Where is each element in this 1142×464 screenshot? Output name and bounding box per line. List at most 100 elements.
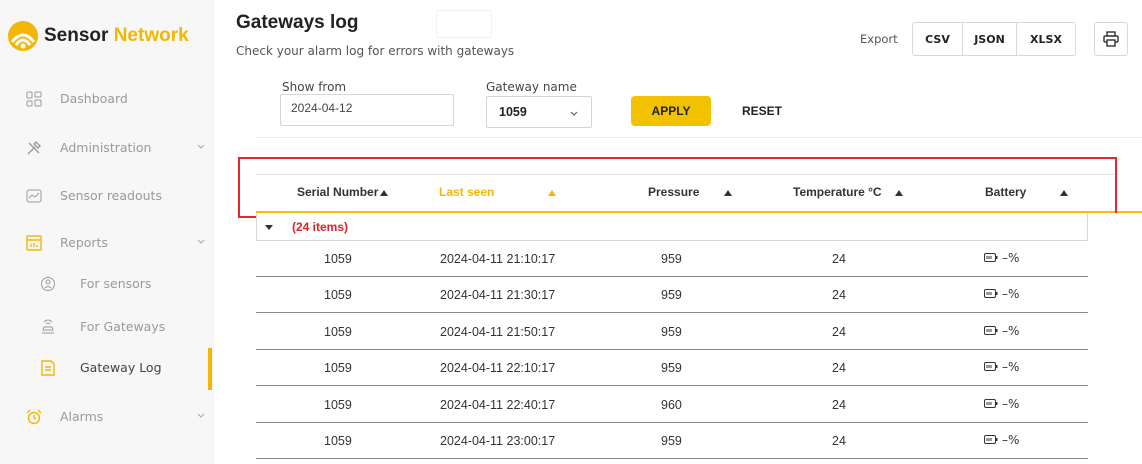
reset-button[interactable]: RESET xyxy=(742,104,782,118)
cell-serial-number: 1059 xyxy=(324,361,352,376)
table-row[interactable]: 1059 2024-04-11 21:50:17 959 24 –% xyxy=(256,313,1088,350)
brand-name: Sensor Network xyxy=(44,25,189,46)
battery-icon xyxy=(984,289,998,299)
print-button[interactable] xyxy=(1094,22,1128,56)
page-title: Gateways log xyxy=(236,12,359,33)
signal-logo-icon xyxy=(8,21,38,51)
chevron-down-icon xyxy=(197,144,205,149)
cell-temperature: 24 xyxy=(832,324,846,339)
cell-pressure: 959 xyxy=(661,434,682,448)
cell-serial-number: 1059 xyxy=(324,252,352,266)
table-header-divider xyxy=(256,174,1114,175)
column-header-last-seen[interactable]: Last seen xyxy=(439,185,494,199)
battery-icon xyxy=(984,253,998,262)
table-gutter xyxy=(1088,213,1142,464)
export-xlsx-button[interactable]: XLSX xyxy=(1017,23,1075,55)
table-row[interactable]: 1059 2024-04-11 21:30:17 959 24 –% xyxy=(256,277,1088,314)
table-row[interactable]: 1059 2024-04-11 23:00:17 959 24 –% xyxy=(256,423,1088,459)
sidebar-item-reports[interactable]: Reports xyxy=(0,227,214,259)
column-header-battery[interactable]: Battery xyxy=(985,185,1026,199)
battery-icon xyxy=(984,325,998,335)
chart-icon xyxy=(26,189,42,203)
cell-pressure: 959 xyxy=(661,324,682,339)
page-subtitle: Check your alarm log for errors with gat… xyxy=(236,44,515,58)
sidebar-item-gateway-log[interactable]: Gateway Log xyxy=(0,352,214,384)
cell-last-seen: 2024-04-11 22:10:17 xyxy=(440,361,556,376)
sidebar-item-for-gateways[interactable]: For Gateways xyxy=(0,311,214,343)
sort-asc-icon[interactable] xyxy=(380,189,388,197)
sidebar-item-alarms[interactable]: Alarms xyxy=(0,401,214,433)
table-row[interactable]: 1059 2024-04-11 21:10:17 959 24 –% xyxy=(256,241,1088,277)
sort-asc-icon[interactable] xyxy=(548,189,556,197)
battery-icon xyxy=(984,398,998,408)
cell-battery: –% xyxy=(1002,251,1020,265)
reports-icon xyxy=(26,235,42,251)
dashboard-icon xyxy=(26,91,42,107)
column-header-temperature[interactable]: Temperature °C xyxy=(793,185,882,199)
battery-icon xyxy=(984,362,998,372)
gateway-name-value: 1059 xyxy=(499,105,527,119)
gateway-icon xyxy=(42,319,54,334)
export-label: Export xyxy=(860,32,898,46)
cell-temperature: 24 xyxy=(832,397,846,412)
active-indicator xyxy=(208,348,212,390)
cell-battery: –% xyxy=(1002,323,1020,338)
sidebar-item-administration[interactable]: Administration xyxy=(0,132,214,164)
document-icon xyxy=(41,360,55,376)
group-item-count: (24 items) xyxy=(292,220,349,234)
cell-serial-number: 1059 xyxy=(324,288,352,303)
show-from-date-input[interactable]: 2024-04-12 xyxy=(280,94,454,126)
table-row[interactable]: 1059 2024-04-11 22:40:17 960 24 –% xyxy=(256,386,1088,423)
sort-asc-icon[interactable] xyxy=(1060,189,1068,197)
column-header-serial-number[interactable]: Serial Number xyxy=(297,185,378,199)
chevron-down-icon xyxy=(197,239,205,244)
sidebar-item-label: For sensors xyxy=(80,276,152,291)
cell-temperature: 24 xyxy=(832,361,846,376)
apply-button[interactable]: APPLY xyxy=(631,96,711,126)
export-button-group: CSV JSON XLSX xyxy=(912,22,1076,56)
sidebar-item-sensor-readouts[interactable]: Sensor readouts xyxy=(0,180,214,212)
cell-pressure: 959 xyxy=(661,252,682,266)
cell-battery: –% xyxy=(1002,396,1020,411)
cell-serial-number: 1059 xyxy=(324,324,352,339)
chevron-down-icon xyxy=(570,111,578,116)
tools-icon xyxy=(27,141,41,155)
sidebar-item-label: For Gateways xyxy=(80,319,166,334)
cell-temperature: 24 xyxy=(832,252,846,266)
cell-last-seen: 2024-04-11 21:50:17 xyxy=(440,324,556,339)
alarm-clock-icon xyxy=(26,409,42,425)
sort-asc-icon[interactable] xyxy=(895,189,903,197)
sidebar: Sensor Network Dashboard Administration … xyxy=(0,0,214,464)
cell-last-seen: 2024-04-11 21:30:17 xyxy=(440,288,556,303)
gateway-name-select[interactable]: 1059 xyxy=(486,96,592,128)
cell-last-seen: 2024-04-11 22:40:17 xyxy=(440,397,556,412)
cell-last-seen: 2024-04-11 23:00:17 xyxy=(440,434,556,448)
sidebar-item-label: Sensor readouts xyxy=(60,188,162,203)
sidebar-item-dashboard[interactable]: Dashboard xyxy=(0,83,214,115)
show-from-label: Show from xyxy=(282,80,347,94)
group-row[interactable] xyxy=(256,213,1088,241)
export-csv-button[interactable]: CSV xyxy=(913,23,963,55)
cell-temperature: 24 xyxy=(832,434,846,448)
sensor-icon xyxy=(41,277,55,291)
cell-temperature: 24 xyxy=(832,288,846,303)
caret-down-icon[interactable] xyxy=(264,224,274,232)
gateway-name-label: Gateway name xyxy=(486,80,577,94)
cell-pressure: 959 xyxy=(661,361,682,376)
sidebar-item-label: Gateway Log xyxy=(80,360,162,375)
cell-serial-number: 1059 xyxy=(324,434,352,448)
sort-asc-icon[interactable] xyxy=(724,189,732,197)
sidebar-item-label: Administration xyxy=(60,140,152,155)
sidebar-item-label: Alarms xyxy=(60,409,104,424)
printer-icon xyxy=(1103,31,1119,47)
column-header-pressure[interactable]: Pressure xyxy=(648,185,699,199)
cell-battery: –% xyxy=(1002,287,1020,302)
cell-pressure: 959 xyxy=(661,288,682,303)
export-json-button[interactable]: JSON xyxy=(963,23,1017,55)
cell-battery: –% xyxy=(1002,360,1020,375)
cell-pressure: 960 xyxy=(661,397,682,412)
table-row[interactable]: 1059 2024-04-11 22:10:17 959 24 –% xyxy=(256,350,1088,387)
sidebar-item-label: Reports xyxy=(60,235,108,250)
brand-logo[interactable]: Sensor Network xyxy=(6,20,189,52)
sidebar-item-for-sensors[interactable]: For sensors xyxy=(0,268,214,300)
